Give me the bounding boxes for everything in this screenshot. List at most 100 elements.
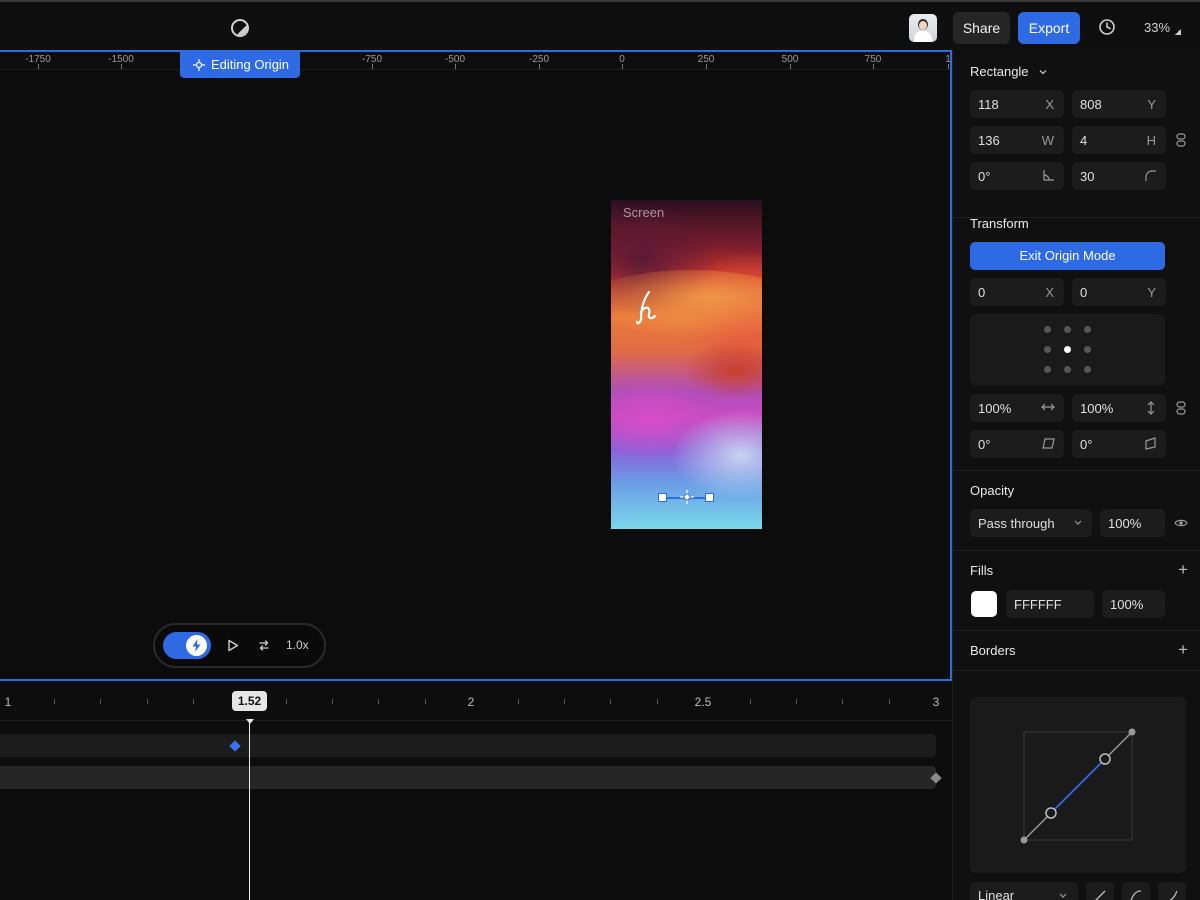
timeline-tick	[332, 699, 333, 704]
history-icon[interactable]	[1098, 18, 1116, 36]
theme-toggle-icon[interactable]	[231, 19, 249, 37]
fill-opacity-field[interactable]: 100%	[1102, 590, 1165, 618]
anchor-bottom-center[interactable]	[1064, 366, 1071, 373]
height-suffix: H	[1146, 133, 1156, 148]
export-button[interactable]: Export	[1018, 12, 1080, 44]
playback-speed[interactable]: 1.0x	[286, 638, 309, 652]
curve-ease-out-icon	[1168, 890, 1178, 900]
timeline-tick	[796, 699, 797, 704]
constrain-scale-icon[interactable]	[1175, 401, 1187, 415]
timeline-tick	[378, 699, 379, 704]
playhead[interactable]	[249, 721, 250, 900]
timeline-tick	[842, 699, 843, 704]
opacity-field[interactable]: 100%	[1100, 509, 1165, 537]
resize-handle-right[interactable]	[705, 493, 714, 502]
anchor-middle-left[interactable]	[1044, 346, 1051, 353]
screen-frame[interactable]: Screen	[611, 200, 762, 529]
height-field[interactable]: 4 H	[1072, 126, 1166, 154]
add-border-plus-icon[interactable]: +	[1178, 640, 1188, 660]
skew-x-icon	[1042, 438, 1055, 449]
rotation-field[interactable]: 0°	[970, 162, 1064, 190]
layout-section: Rectangle 118 X 808 Y 136 W 4 H 0° 30	[953, 50, 1200, 218]
current-time-badge[interactable]: 1.52	[232, 691, 267, 711]
x-value: 118	[978, 97, 999, 112]
signature-logo-icon	[635, 290, 657, 325]
skew-y-field[interactable]: 0°	[1072, 430, 1166, 458]
bolt-icon	[192, 639, 201, 652]
skew-x-field[interactable]: 0°	[970, 430, 1064, 458]
ruler-tick	[372, 64, 373, 69]
borders-title: Borders	[970, 643, 1016, 658]
origin-y-suffix: Y	[1147, 285, 1156, 300]
ruler-tick	[455, 64, 456, 69]
editing-origin-badge[interactable]: Editing Origin	[180, 52, 300, 78]
curve-linear-icon	[1095, 890, 1106, 900]
timeline-ruler[interactable]: 1 2 2.5 3 1.52	[0, 681, 952, 721]
opacity-title: Opacity	[970, 483, 1015, 498]
anchor-middle-right[interactable]	[1084, 346, 1091, 353]
easing-type-select[interactable]: Linear	[970, 882, 1078, 900]
add-fill-plus-icon[interactable]: +	[1178, 560, 1188, 580]
skew-x-value: 0°	[978, 437, 991, 452]
ease-preset-linear-button[interactable]	[1086, 882, 1114, 900]
zoom-level[interactable]: 33%	[1144, 20, 1170, 35]
anchor-top-left[interactable]	[1044, 326, 1051, 333]
timeline-tick	[889, 699, 890, 704]
play-icon[interactable]	[227, 639, 239, 652]
timeline-label: 1	[4, 695, 12, 709]
timeline-track[interactable]	[0, 734, 936, 757]
zoom-caret-icon[interactable]	[1175, 29, 1181, 35]
y-field[interactable]: 808 Y	[1072, 90, 1166, 118]
loop-icon[interactable]	[257, 639, 271, 652]
element-type-dropdown[interactable]: Rectangle	[970, 64, 1048, 79]
eye-icon[interactable]	[1174, 518, 1188, 528]
timeline-track[interactable]	[0, 766, 936, 789]
timeline-tick	[610, 699, 611, 704]
timeline[interactable]: 1 2 2.5 3 1.52	[0, 681, 952, 900]
resize-handle-left[interactable]	[658, 493, 667, 502]
element-type-label: Rectangle	[970, 64, 1029, 79]
exit-origin-mode-button[interactable]: Exit Origin Mode	[970, 242, 1165, 270]
transform-origin-icon[interactable]	[680, 490, 694, 504]
easing-type-value: Linear	[978, 888, 1015, 900]
share-button[interactable]: Share	[953, 12, 1010, 44]
avatar[interactable]	[909, 14, 937, 42]
fill-hex-field[interactable]: FFFFFF	[1006, 590, 1094, 618]
anchor-center[interactable]	[1064, 346, 1071, 353]
playhead-marker[interactable]	[246, 719, 254, 724]
fill-color-swatch[interactable]	[971, 591, 997, 617]
constrain-proportions-icon[interactable]	[1175, 133, 1187, 147]
timeline-tick	[518, 699, 519, 704]
scale-y-field[interactable]: 100%	[1072, 394, 1166, 422]
avatar-face	[919, 21, 927, 30]
instant-preview-toggle[interactable]	[163, 632, 211, 659]
ease-preset-ease-in-button[interactable]	[1122, 882, 1150, 900]
width-field[interactable]: 136 W	[970, 126, 1064, 154]
origin-x-field[interactable]: 0 X	[970, 278, 1064, 306]
ruler-tick	[38, 64, 39, 69]
anchor-bottom-left[interactable]	[1044, 366, 1051, 373]
x-field[interactable]: 118 X	[970, 90, 1064, 118]
anchor-bottom-right[interactable]	[1084, 366, 1091, 373]
skew-y-value: 0°	[1080, 437, 1093, 452]
origin-y-field[interactable]: 0 Y	[1072, 278, 1166, 306]
ruler-tick	[539, 64, 540, 69]
ruler-tick	[948, 64, 949, 69]
scale-x-field[interactable]: 100%	[970, 394, 1064, 422]
easing-curve-editor[interactable]	[970, 697, 1186, 873]
timeline-label: 2.5	[694, 695, 712, 709]
timeline-tick	[100, 699, 101, 704]
timeline-tick	[425, 699, 426, 704]
borders-section: Borders +	[953, 631, 1200, 671]
opacity-section: Opacity Pass through 100%	[953, 471, 1200, 551]
selected-rectangle[interactable]	[658, 490, 714, 504]
width-suffix: W	[1041, 133, 1054, 148]
canvas[interactable]: -1750 -1500 -750 -500 -250 0 250 500 750…	[0, 50, 952, 681]
anchor-top-center[interactable]	[1064, 326, 1071, 333]
ease-preset-ease-out-button[interactable]	[1158, 882, 1186, 900]
avatar-body	[914, 31, 932, 42]
corner-radius-field[interactable]: 30	[1072, 162, 1166, 190]
anchor-top-right[interactable]	[1084, 326, 1091, 333]
origin-anchor-grid	[970, 314, 1165, 386]
blend-mode-select[interactable]: Pass through	[970, 509, 1092, 537]
